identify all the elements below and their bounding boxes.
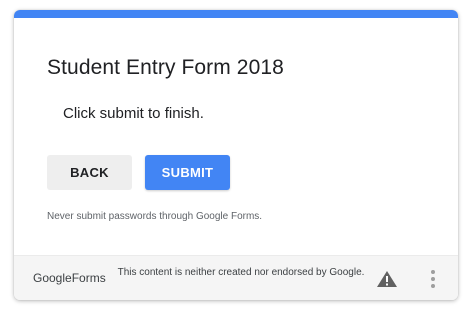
accent-bar [14,10,458,18]
form-card: Student Entry Form 2018 Click submit to … [14,10,458,300]
footer: GoogleForms This content is neither crea… [14,255,458,300]
password-warning: Never submit passwords through Google Fo… [47,211,263,222]
back-button[interactable]: BACK [47,155,132,190]
more-vertical-icon[interactable] [430,268,436,290]
submit-button[interactable]: SUBMIT [145,155,230,190]
disclaimer-text: This content is neither created nor endo… [117,267,365,278]
form-title: Student Entry Form 2018 [47,56,284,79]
google-forms-logo[interactable]: GoogleForms [33,271,106,285]
brand-forms-text: Forms [71,271,106,285]
confirmation-message: Click submit to finish. [63,105,204,122]
warning-triangle-icon[interactable] [376,270,398,288]
submit-button-label: SUBMIT [161,165,214,180]
brand-google-text: Google [33,271,72,285]
back-button-label: BACK [70,165,109,180]
